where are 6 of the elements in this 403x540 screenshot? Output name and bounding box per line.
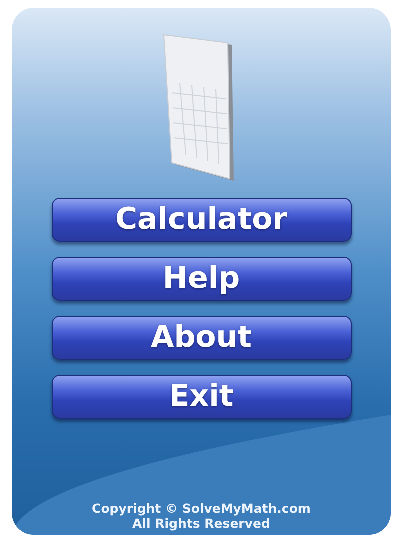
menu-button[interactable]: Help [52, 257, 352, 301]
copyright-text: All Rights Reserved [132, 516, 270, 531]
menu-button[interactable]: Exit [52, 375, 352, 419]
menu-button[interactable]: About [52, 316, 352, 360]
copyright-text: Copyright © SolveMyMath.com [92, 501, 311, 516]
menu-button[interactable]: Calculator [52, 198, 352, 242]
